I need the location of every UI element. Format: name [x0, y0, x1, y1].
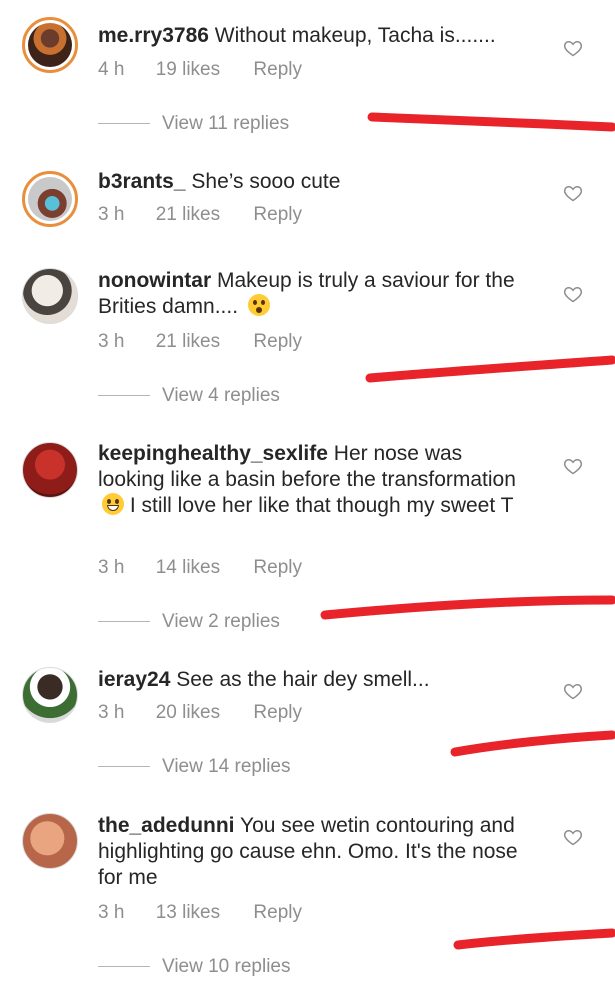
red-underline-2 [365, 355, 615, 383]
red-underline-5 [453, 928, 615, 950]
red-underline-4 [450, 730, 615, 757]
red-underline-3 [320, 595, 615, 620]
red-underline-1 [367, 112, 615, 132]
red-annotation-strokes [320, 112, 615, 950]
